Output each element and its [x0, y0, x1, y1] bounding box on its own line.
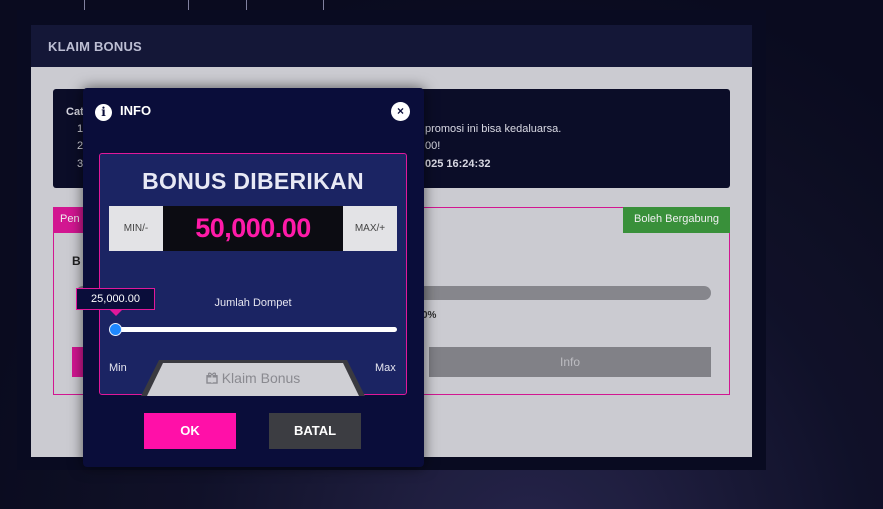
claim-bonus-text: Klaim Bonus	[221, 370, 301, 386]
gift-icon	[206, 372, 218, 384]
bonus-amount-input[interactable]: 50,000.00	[163, 206, 343, 251]
wallet-slider-handle[interactable]	[109, 323, 122, 336]
close-button[interactable]: ×	[391, 102, 410, 121]
min-button[interactable]: MIN/-	[109, 206, 163, 251]
slider-min-label: Min	[109, 362, 127, 374]
ok-button[interactable]: OK	[144, 413, 236, 449]
claim-bonus-label: Klaim Bonus	[141, 370, 365, 386]
bonus-heading: BONUS DIBERIKAN	[142, 168, 364, 194]
slider-tooltip: 25,000.00	[76, 288, 155, 310]
modal-title: INFO	[120, 103, 152, 118]
cancel-button[interactable]: BATAL	[269, 413, 361, 449]
info-icon: i	[95, 104, 112, 121]
slider-max-label: Max	[375, 362, 396, 374]
max-button[interactable]: MAX/+	[343, 206, 397, 251]
wallet-slider-track[interactable]	[113, 327, 397, 332]
tooltip-arrow-icon	[110, 310, 122, 316]
